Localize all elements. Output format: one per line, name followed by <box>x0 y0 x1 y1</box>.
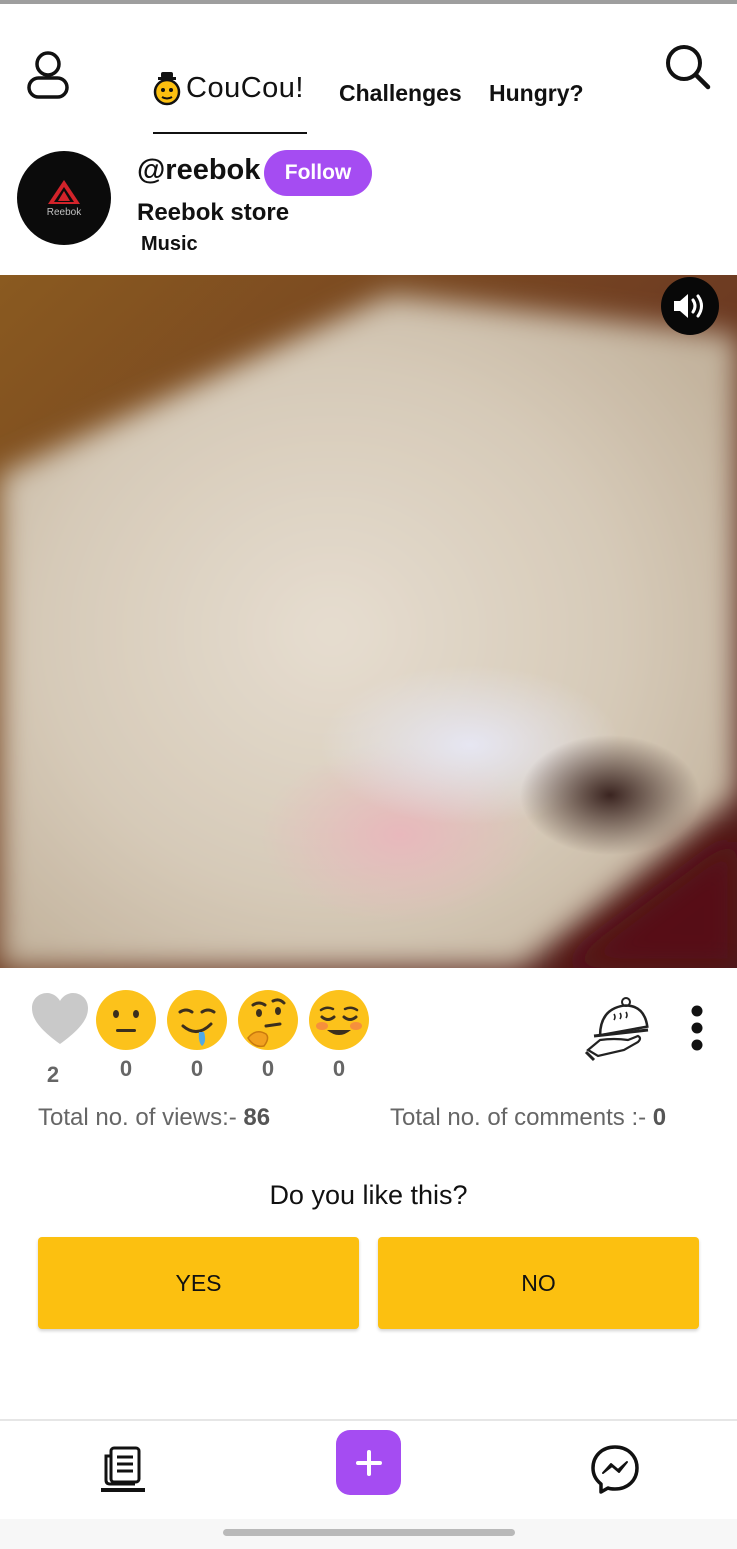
reaction-count: 0 <box>332 1056 346 1081</box>
nav-divider <box>0 1419 737 1421</box>
reebok-logo-icon <box>48 179 80 204</box>
active-nav-indicator <box>101 1488 145 1492</box>
more-options-icon[interactable] <box>686 1004 708 1052</box>
messenger-icon[interactable] <box>590 1444 640 1494</box>
comments-value: 0 <box>652 1104 667 1131</box>
views-stat: Total no. of views:- 86 <box>38 1104 270 1132</box>
reaction-count: 2 <box>46 1062 60 1087</box>
tab-hungry[interactable]: Hungry? <box>489 80 584 107</box>
food-cloche-icon[interactable] <box>584 994 650 1064</box>
sound-toggle-button[interactable] <box>661 277 719 335</box>
comments-label: Total no. of comments :- <box>390 1104 653 1131</box>
home-gesture-bar[interactable] <box>223 1529 515 1536</box>
search-icon[interactable] <box>662 42 712 92</box>
plus-icon <box>355 1449 382 1476</box>
no-button[interactable]: NO <box>378 1237 699 1329</box>
active-tab-indicator <box>153 132 307 134</box>
reaction-count: 0 <box>119 1056 133 1081</box>
thinking-face-icon[interactable] <box>236 988 300 1052</box>
avatar-logo-text: Reebok <box>46 206 82 218</box>
neutral-face-icon[interactable] <box>94 988 158 1052</box>
brand-tab[interactable]: CouCou! <box>152 68 304 108</box>
category-label: Music <box>141 233 198 255</box>
drooling-face-icon[interactable] <box>165 988 229 1052</box>
tab-challenges[interactable]: Challenges <box>339 80 462 107</box>
reaction-count: 0 <box>261 1056 275 1081</box>
yes-button[interactable]: YES <box>38 1237 359 1329</box>
relieved-face-icon[interactable] <box>307 988 371 1052</box>
mascot-icon <box>153 72 181 106</box>
heart-icon[interactable] <box>28 988 92 1052</box>
follow-button[interactable]: Follow <box>264 150 372 196</box>
avatar[interactable]: Reebok <box>17 151 111 245</box>
add-post-button[interactable] <box>336 1430 401 1495</box>
volume-icon <box>674 294 703 318</box>
poll-question: Do you like this? <box>269 1180 468 1210</box>
views-value: 86 <box>243 1104 271 1131</box>
video-frame <box>0 275 737 968</box>
status-bar-line <box>0 0 737 4</box>
comments-stat[interactable]: Total no. of comments :- 0 <box>390 1104 666 1132</box>
reaction-count: 0 <box>190 1056 204 1081</box>
video-player[interactable] <box>0 275 737 968</box>
feed-icon[interactable] <box>103 1446 141 1486</box>
brand-name: CouCou! <box>186 71 304 104</box>
views-label: Total no. of views:- <box>38 1104 244 1131</box>
store-name: Reebok store <box>137 199 290 226</box>
account-handle[interactable]: @reebok <box>137 154 260 187</box>
profile-icon[interactable] <box>26 50 70 100</box>
